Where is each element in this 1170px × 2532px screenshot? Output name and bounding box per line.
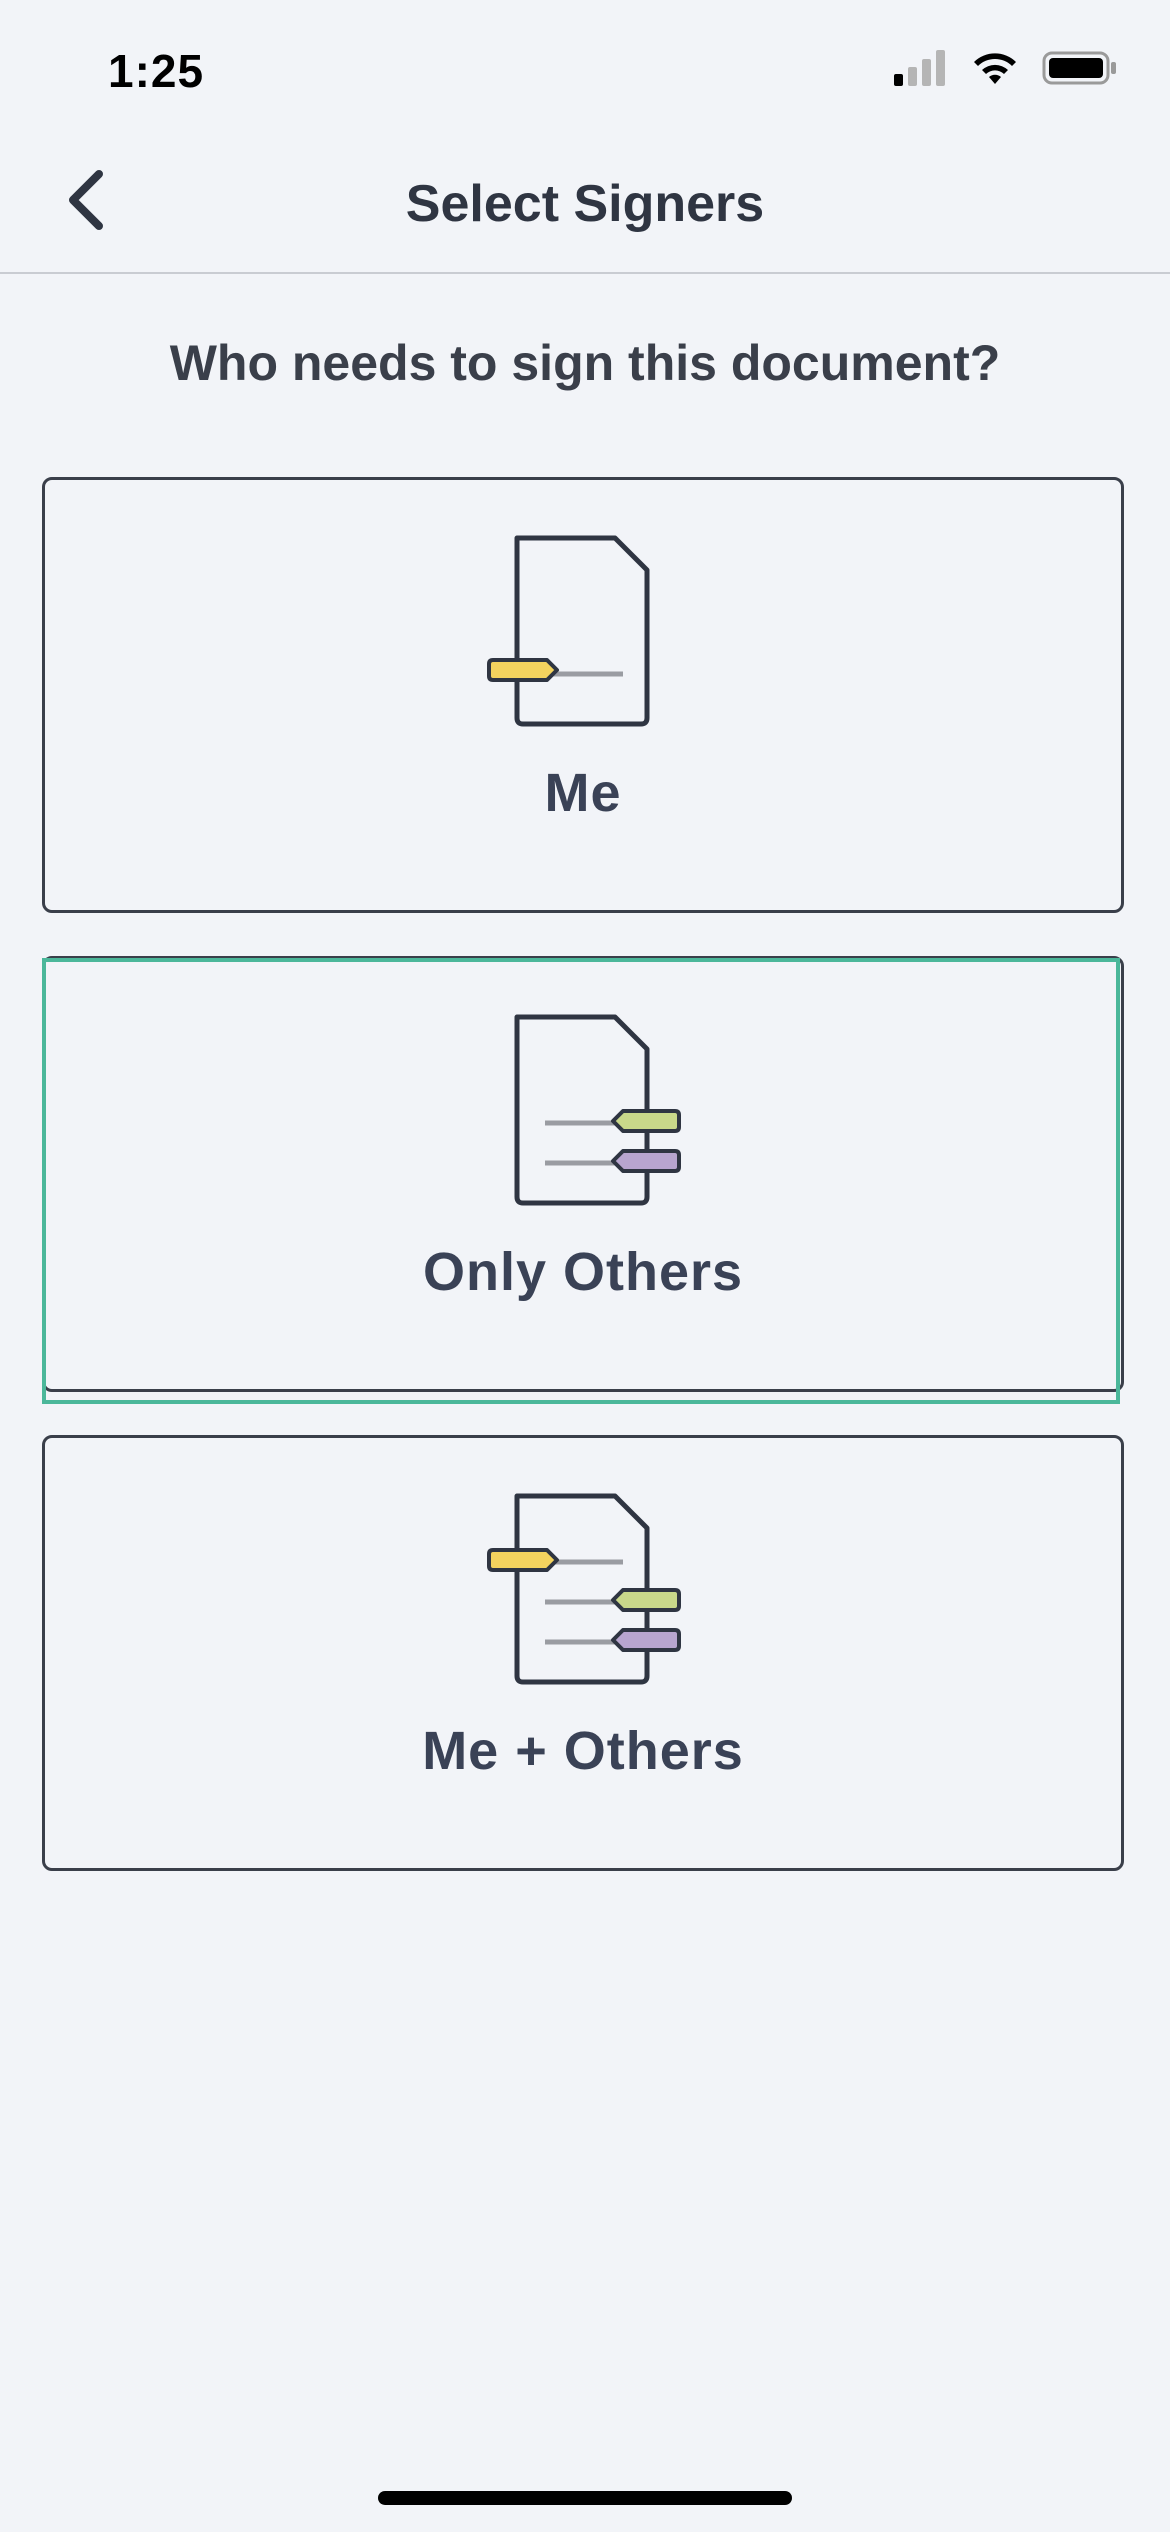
status-icons	[894, 50, 1118, 86]
option-only-others-button[interactable]: Only Others	[42, 956, 1124, 1392]
home-indicator[interactable]	[378, 2491, 792, 2505]
option-me-button[interactable]: Me	[42, 477, 1124, 913]
option-me-plus-others-button[interactable]: Me + Others	[42, 1435, 1124, 1871]
status-time: 1:25	[108, 45, 205, 97]
cellular-signal-icon	[894, 50, 945, 86]
wifi-icon	[974, 53, 1016, 84]
page-title: Select Signers	[405, 175, 765, 233]
navigation-header: Select Signers	[0, 130, 1170, 274]
battery-icon	[1042, 51, 1116, 85]
signers-question: Who needs to sign this document?	[169, 335, 1001, 391]
option-label: Only Others	[422, 1242, 744, 1302]
option-label: Me + Others	[422, 1721, 744, 1781]
option-label: Me	[544, 763, 622, 823]
document-me-icon	[487, 535, 650, 727]
status-bar: 1:25	[0, 0, 1170, 130]
document-me-others-icon	[487, 1493, 681, 1685]
document-others-icon	[514, 1014, 681, 1206]
